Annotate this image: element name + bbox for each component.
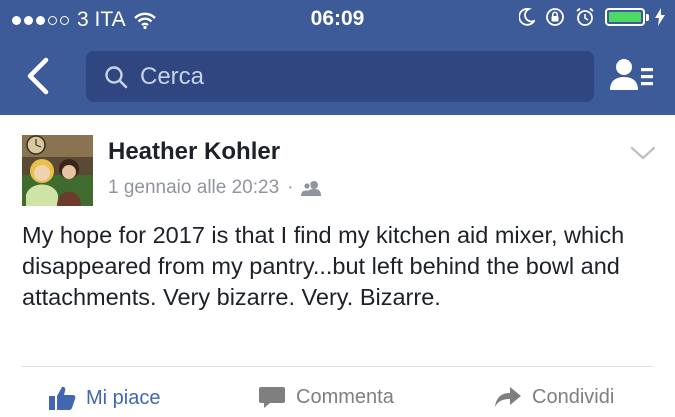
share-button[interactable]: Condividi [494,385,614,409]
search-icon [105,66,128,89]
avatar[interactable] [22,135,93,206]
feed-post: Heather Kohler 1 gennaio alle 20:23 · My… [0,115,675,410]
app-header: 3 ITA 06:09 [0,0,675,115]
post-author[interactable]: Heather Kohler [108,138,280,166]
search-input[interactable] [138,57,582,97]
meta-separator: · [287,177,294,198]
post-timestamp[interactable]: 1 gennaio alle 20:23 [108,177,279,199]
post-text: My hope for 2017 is that I find my kitch… [22,222,625,310]
like-button[interactable]: Mi piace [48,385,160,411]
comment-icon [259,387,285,408]
friends-list-icon[interactable] [609,56,655,96]
comment-label: Commenta [296,385,394,408]
friends-audience-icon[interactable] [301,180,323,196]
comment-button[interactable]: Commenta [258,385,394,409]
charging-bolt-icon [655,8,665,26]
status-bar: 3 ITA 06:09 [0,0,675,38]
search-bar[interactable] [86,51,594,102]
alarm-icon [576,7,594,26]
thumbs-up-icon [49,386,76,410]
back-button[interactable] [22,56,58,96]
post-actions: Mi piace Commenta Condividi [0,377,675,417]
share-label: Condividi [532,385,615,408]
post-meta: 1 gennaio alle 20:23 · [108,177,323,199]
like-label: Mi piace [86,386,161,409]
share-icon [495,387,521,407]
moon-icon [519,8,535,26]
chevron-down-icon[interactable] [630,145,656,161]
divider [22,366,653,367]
battery-icon [605,8,649,26]
status-icons [519,7,665,27]
rotation-lock-icon [546,8,564,26]
